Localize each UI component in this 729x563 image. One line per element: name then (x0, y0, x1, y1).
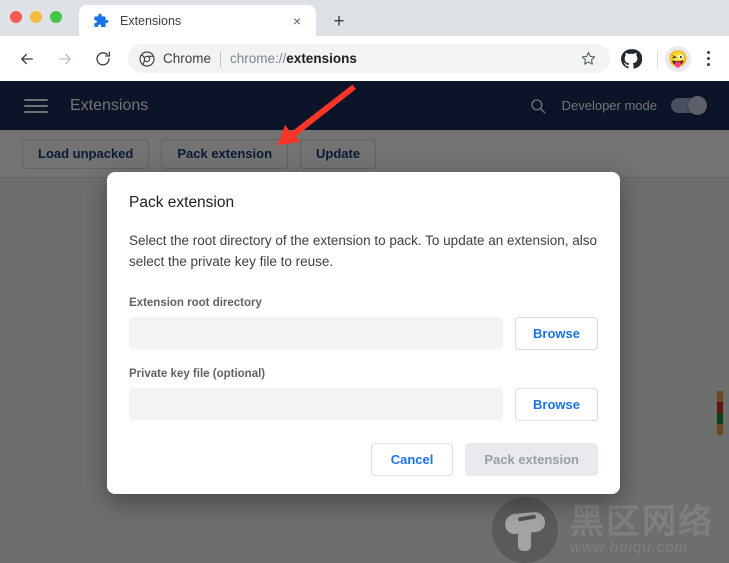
watermark-text: 黑区网络 www.heiqu.com (570, 505, 714, 555)
private-key-file-field-group: Private key file (optional) Browse (129, 368, 598, 421)
browser-tab-extensions[interactable]: Extensions × (79, 5, 316, 36)
window-close-button[interactable] (10, 11, 22, 23)
browser-toolbar: Chrome chrome://extensions 😜 (0, 36, 729, 81)
three-dot-menu-icon[interactable] (695, 45, 721, 73)
browse-root-directory-button[interactable]: Browse (515, 316, 598, 350)
extension-root-directory-field-group: Extension root directory Browse (129, 297, 598, 350)
mushroom-logo-icon (492, 497, 558, 563)
private-key-file-input[interactable] (129, 388, 504, 421)
window-minimize-button[interactable] (30, 11, 42, 23)
puzzle-piece-icon (92, 12, 109, 29)
private-key-file-row: Browse (129, 387, 598, 421)
avatar[interactable]: 😜 (665, 45, 691, 72)
dialog-actions: Cancel Pack extension (129, 442, 598, 476)
watermark-url: www.heiqu.com (570, 539, 689, 556)
bookmark-star-icon[interactable] (578, 49, 598, 69)
watermark-title: 黑区网络 (570, 503, 714, 541)
omnibox-url: chrome://extensions (230, 51, 357, 66)
browse-private-key-button[interactable]: Browse (515, 387, 598, 421)
back-icon[interactable] (12, 44, 42, 74)
extension-root-directory-row: Browse (129, 316, 598, 350)
window-maximize-button[interactable] (50, 11, 62, 23)
extension-root-directory-input[interactable] (129, 317, 504, 350)
url-host: extensions (286, 51, 357, 66)
new-tab-button[interactable]: + (328, 10, 350, 32)
github-icon[interactable] (618, 46, 644, 72)
browser-window: Extensions × + Chrome chrome://extension… (0, 0, 729, 563)
reload-icon[interactable] (88, 44, 118, 74)
dialog-title: Pack extension (129, 194, 235, 211)
tab-strip: Extensions × + (0, 0, 729, 36)
url-scheme: chrome:// (230, 51, 287, 66)
chrome-logo-icon (139, 50, 155, 67)
dialog-description: Select the root directory of the extensi… (129, 233, 598, 269)
pack-extension-dialog: Pack extension Select the root directory… (107, 172, 620, 494)
confirm-pack-extension-button[interactable]: Pack extension (465, 442, 598, 476)
private-key-file-label: Private key file (optional) (129, 367, 266, 380)
forward-icon (50, 44, 80, 74)
omnibox-chrome-label: Chrome (163, 51, 212, 66)
tab-title: Extensions (120, 13, 182, 28)
toolbar-divider (657, 49, 658, 68)
close-icon[interactable]: × (288, 12, 306, 30)
site-watermark: 黑区网络 www.heiqu.com (492, 497, 714, 563)
window-traffic-lights (10, 11, 62, 23)
omnibox-divider (220, 50, 222, 67)
address-bar[interactable]: Chrome chrome://extensions (128, 44, 610, 73)
cancel-button[interactable]: Cancel (370, 442, 454, 476)
extension-root-directory-label: Extension root directory (129, 296, 262, 309)
